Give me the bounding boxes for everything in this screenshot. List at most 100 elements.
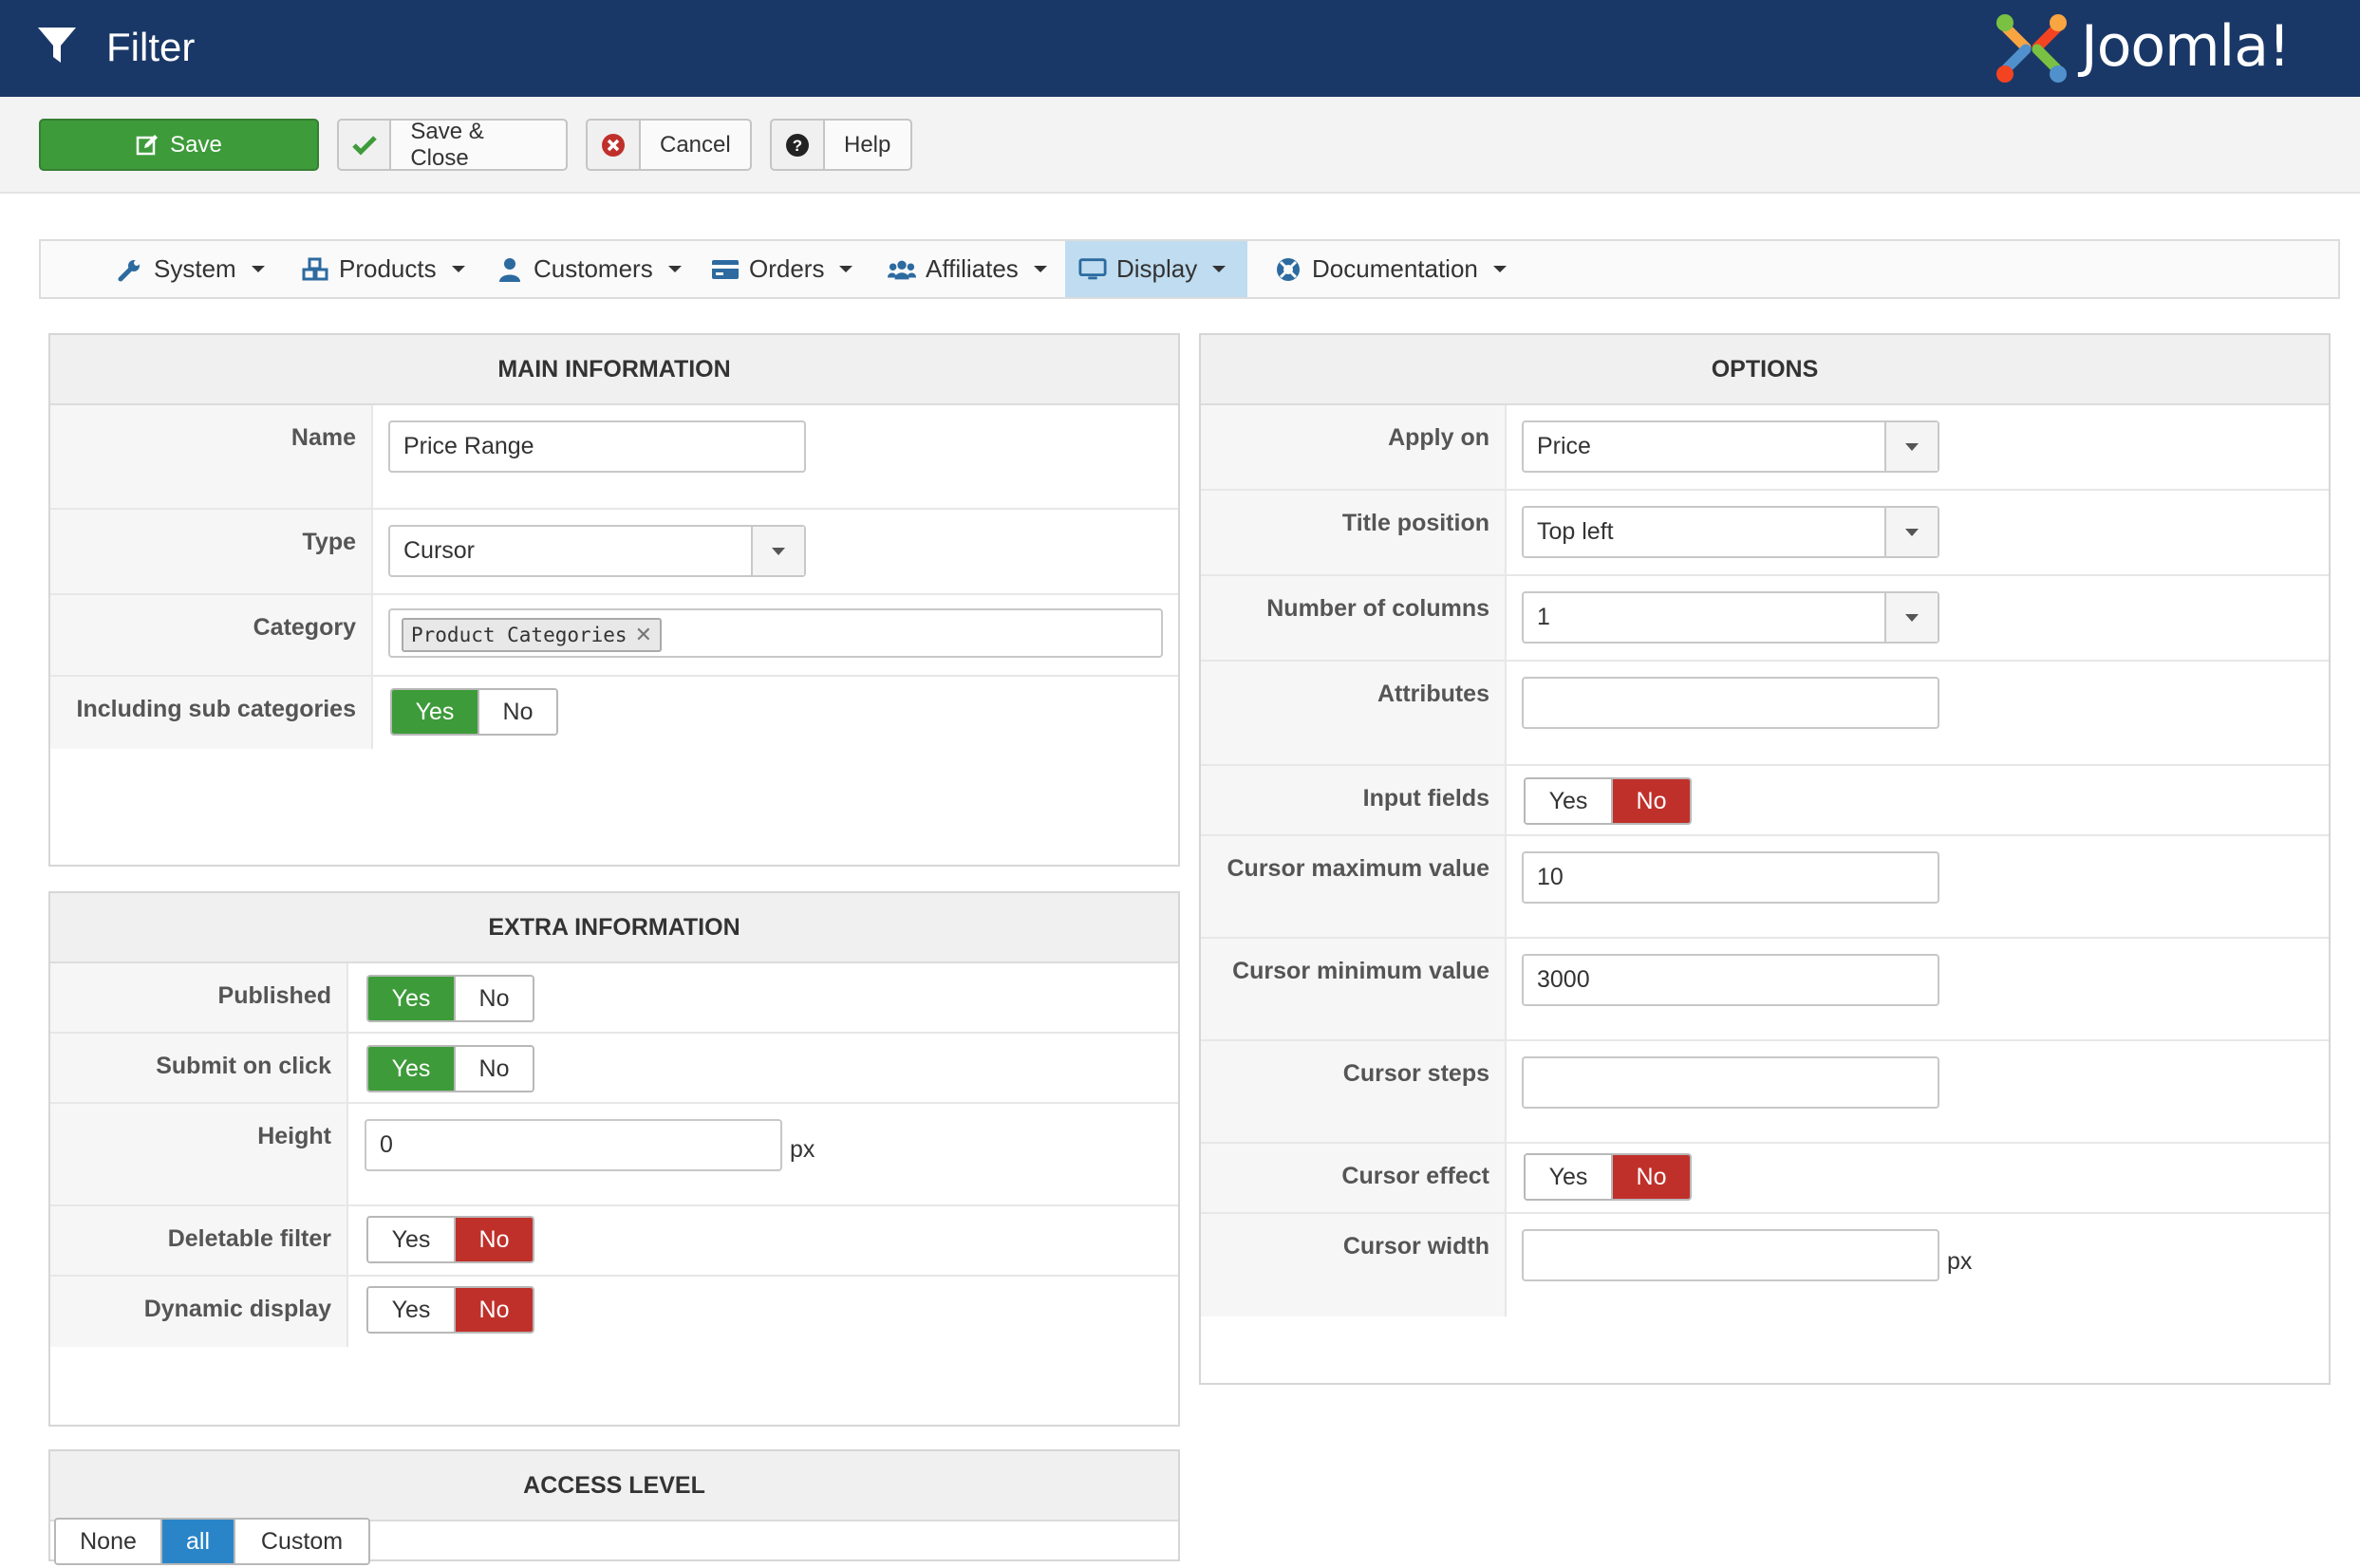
columns-value: 1 [1537, 604, 1550, 630]
menu-affiliates[interactable]: Affiliates [874, 241, 1060, 297]
extra-information-panel: EXTRA INFORMATION Published Yes No Submi… [48, 891, 1180, 1427]
menu-products[interactable]: Products [288, 241, 478, 297]
input-fields-toggle[interactable]: Yes No [1524, 777, 1692, 825]
title-position-select[interactable]: Top left [1522, 506, 1939, 558]
help-label: Help [844, 131, 891, 158]
columns-label: Number of columns [1201, 576, 1507, 660]
wrench-icon [116, 255, 144, 284]
published-toggle[interactable]: Yes No [366, 975, 534, 1022]
access-none[interactable]: None [56, 1520, 160, 1563]
credit-card-icon [711, 255, 740, 284]
input-fields-no[interactable]: No [1611, 779, 1690, 823]
deletable-no[interactable]: No [454, 1218, 533, 1261]
cancel-label: Cancel [660, 131, 731, 158]
columns-select[interactable]: 1 [1522, 591, 1939, 644]
height-input[interactable]: 0 [365, 1119, 782, 1171]
remove-tag-icon[interactable]: ✕ [635, 624, 652, 647]
name-label: Name [50, 405, 373, 508]
chevron-down-icon[interactable] [1884, 593, 1938, 642]
type-select[interactable]: Cursor [388, 525, 806, 577]
cursor-min-input[interactable]: 3000 [1522, 954, 1939, 1006]
joomla-logo: Joomla! [1994, 11, 2345, 85]
sub-categories-yes[interactable]: Yes [392, 690, 478, 734]
menu-display-label: Display [1116, 254, 1198, 283]
cursor-effect-row: Cursor effect Yes No [1201, 1144, 2329, 1214]
cursor-max-row: Cursor maximum value 10 [1201, 836, 2329, 939]
access-level-panel: ACCESS LEVEL None all Custom [48, 1449, 1180, 1565]
published-no[interactable]: No [454, 977, 533, 1020]
main-information-title: MAIN INFORMATION [50, 335, 1178, 405]
category-tag: Product Categories ✕ [402, 618, 663, 652]
apply-on-select[interactable]: Price [1522, 420, 1939, 473]
submit-yes[interactable]: Yes [368, 1047, 454, 1091]
question-circle-icon: ? [786, 133, 809, 157]
deletable-row: Deletable filter Yes No [50, 1206, 1178, 1277]
cursor-width-input[interactable] [1522, 1229, 1939, 1281]
menu-documentation-label: Documentation [1312, 254, 1478, 283]
input-fields-yes[interactable]: Yes [1526, 779, 1611, 823]
sub-categories-row: Including sub categories Yes No [50, 677, 1178, 749]
cursor-effect-yes[interactable]: Yes [1526, 1155, 1611, 1199]
input-fields-row: Input fields Yes No [1201, 766, 2329, 836]
category-label: Category [50, 595, 373, 675]
menu-system[interactable]: System [103, 241, 278, 297]
sub-categories-no[interactable]: No [478, 690, 556, 734]
height-row: Height 0 px [50, 1104, 1178, 1206]
title-position-value: Top left [1537, 518, 1614, 545]
category-multiselect[interactable]: Product Categories ✕ [388, 608, 1163, 658]
menu-customers-label: Customers [534, 254, 653, 283]
cursor-steps-row: Cursor steps [1201, 1041, 2329, 1144]
life-ring-icon [1274, 255, 1302, 284]
access-all[interactable]: all [160, 1520, 234, 1563]
save-button[interactable]: Save [39, 119, 319, 171]
app-header: Filter Joomla! [0, 0, 2360, 97]
access-level-toggle[interactable]: None all Custom [54, 1518, 370, 1565]
monitor-icon [1078, 255, 1107, 284]
deletable-yes[interactable]: Yes [368, 1218, 454, 1261]
chevron-down-icon[interactable] [1884, 508, 1938, 556]
save-close-button[interactable]: Save & Close [337, 119, 568, 171]
attributes-input[interactable] [1522, 677, 1939, 729]
cubes-icon [301, 255, 329, 284]
menu-display[interactable]: Display [1065, 241, 1247, 297]
sub-categories-toggle[interactable]: Yes No [390, 688, 558, 736]
dynamic-yes[interactable]: Yes [368, 1288, 454, 1332]
main-information-panel: MAIN INFORMATION Name Price Range Type C… [48, 333, 1180, 867]
menu-documentation[interactable]: Documentation [1261, 241, 1520, 297]
deletable-label: Deletable filter [50, 1206, 348, 1275]
dynamic-no[interactable]: No [454, 1288, 533, 1332]
help-button[interactable]: ? Help [770, 119, 912, 171]
cursor-steps-input[interactable] [1522, 1056, 1939, 1109]
users-icon [888, 255, 916, 284]
cursor-max-input[interactable]: 10 [1522, 851, 1939, 904]
toolbar: Save Save & Close Cancel ? Help [0, 97, 2360, 194]
submit-toggle[interactable]: Yes No [366, 1045, 534, 1092]
columns-row: Number of columns 1 [1201, 576, 2329, 662]
cursor-max-label: Cursor maximum value [1201, 836, 1507, 937]
menu-affiliates-label: Affiliates [926, 254, 1019, 283]
dynamic-label: Dynamic display [50, 1277, 348, 1347]
published-yes[interactable]: Yes [368, 977, 454, 1020]
cursor-effect-label: Cursor effect [1201, 1144, 1507, 1212]
title-position-label: Title position [1201, 491, 1507, 574]
cursor-effect-toggle[interactable]: Yes No [1524, 1153, 1692, 1201]
menu-orders[interactable]: Orders [698, 241, 866, 297]
submit-row: Submit on click Yes No [50, 1034, 1178, 1104]
svg-text:?: ? [793, 137, 802, 155]
height-label: Height [50, 1104, 348, 1204]
submit-no[interactable]: No [454, 1047, 533, 1091]
chevron-down-icon[interactable] [1884, 422, 1938, 471]
access-custom[interactable]: Custom [234, 1520, 368, 1563]
options-panel: OPTIONS Apply on Price Title position To… [1199, 333, 2331, 1385]
name-input[interactable]: Price Range [388, 420, 806, 473]
sub-categories-label: Including sub categories [50, 677, 373, 749]
menu-customers[interactable]: Customers [482, 241, 695, 297]
name-row: Name Price Range [50, 405, 1178, 510]
chevron-down-icon[interactable] [751, 527, 804, 575]
cancel-button[interactable]: Cancel [586, 119, 752, 171]
cursor-effect-no[interactable]: No [1611, 1155, 1690, 1199]
dynamic-toggle[interactable]: Yes No [366, 1286, 534, 1334]
cancel-circle-icon [602, 133, 625, 157]
deletable-toggle[interactable]: Yes No [366, 1216, 534, 1263]
component-menu: System Products Customers Orders Affilia… [39, 239, 2340, 299]
